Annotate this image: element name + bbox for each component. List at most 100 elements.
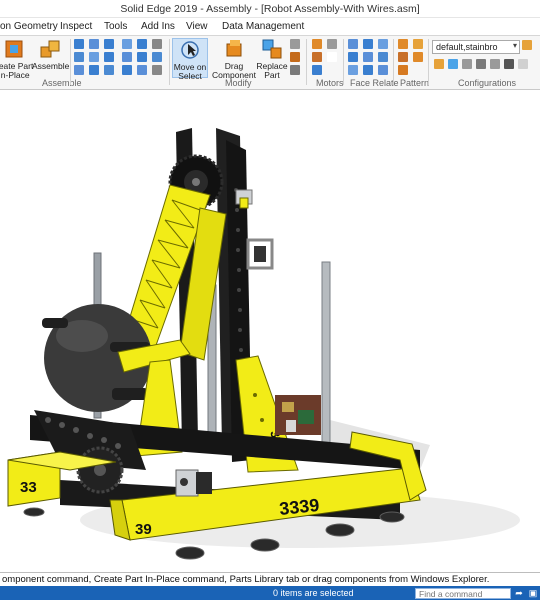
robot-assembly-model: 3339 33 39 3339 xyxy=(7,128,520,560)
planar-align-icon[interactable] xyxy=(89,39,99,49)
motor-icon[interactable] xyxy=(312,39,322,49)
ribbon-separator xyxy=(169,39,170,85)
along-curve-icon[interactable] xyxy=(413,52,423,62)
alternate-assembly-icon[interactable] xyxy=(476,59,486,69)
connect-icon[interactable] xyxy=(89,52,99,62)
tab-data-management[interactable]: Data Management xyxy=(222,21,304,32)
camera-icon[interactable] xyxy=(504,59,514,69)
group-face-relate-label: Face Relate xyxy=(350,78,399,88)
config-settings-icon[interactable] xyxy=(522,40,532,50)
relationship-tools-2 xyxy=(122,39,164,75)
match-cs-icon[interactable] xyxy=(137,39,147,49)
disperse-icon[interactable] xyxy=(290,52,300,62)
mirror-icon[interactable] xyxy=(413,39,423,49)
motors-tools xyxy=(312,39,339,75)
reposition-icon[interactable] xyxy=(290,65,300,75)
chevron-down-icon: ▾ xyxy=(512,41,517,50)
graphics-window[interactable]: 3339 33 39 3339 xyxy=(0,91,540,572)
create-part-label: reate Part In-Place xyxy=(0,61,34,80)
face-relate-tools xyxy=(348,39,390,75)
ribbon-separator xyxy=(428,39,429,85)
find-command-input[interactable] xyxy=(415,588,511,599)
front-team-number: 3339 xyxy=(278,495,320,519)
tab-view[interactable]: View xyxy=(186,21,208,32)
window-title: Solid Edge 2019 - Assembly - [Robot Asse… xyxy=(120,3,420,15)
face-tangent-icon[interactable] xyxy=(363,52,373,62)
face-parallel-icon[interactable] xyxy=(363,39,373,49)
drag-component-icon xyxy=(223,38,245,60)
display-config-icon[interactable] xyxy=(434,59,444,69)
window-layout-icon[interactable]: ▣ xyxy=(528,588,538,598)
options-icon[interactable] xyxy=(152,65,162,75)
rigid-set-icon[interactable] xyxy=(137,52,147,62)
pattern-tools xyxy=(398,39,425,75)
ribbon-tabs: on Geometry Inspect Tools Add Ins View D… xyxy=(0,18,540,36)
modify-extra-tools xyxy=(290,39,302,75)
cursor-select-icon xyxy=(179,39,201,61)
move-on-select-label: Move on Select xyxy=(173,62,207,81)
group-modify-label: Modify xyxy=(225,78,252,88)
tab-geometry[interactable]: on Geometry xyxy=(0,21,58,32)
title-bar: Solid Edge 2019 - Assembly - [Robot Asse… xyxy=(0,0,540,18)
duplicate-icon[interactable] xyxy=(398,52,408,62)
tangent-icon[interactable] xyxy=(74,65,84,75)
tab-inspect[interactable]: Inspect xyxy=(60,21,92,32)
selection-count: 0 items are selected xyxy=(273,588,354,598)
face-concentric-icon[interactable] xyxy=(378,39,388,49)
cam-icon[interactable] xyxy=(89,65,99,75)
zone-icon[interactable] xyxy=(448,59,458,69)
prompt-text: omponent command, Create Part In-Place c… xyxy=(2,574,490,585)
face-coplanar-icon[interactable] xyxy=(348,39,358,49)
replace-part-icon xyxy=(261,38,283,60)
face-offset-icon[interactable] xyxy=(348,65,358,75)
face-equal-icon[interactable] xyxy=(378,65,388,75)
motor-view-icon[interactable] xyxy=(312,65,322,75)
range-icon[interactable] xyxy=(490,59,500,69)
tab-tools[interactable]: Tools xyxy=(104,21,127,32)
angle-icon[interactable] xyxy=(104,52,114,62)
flip-icon[interactable] xyxy=(137,65,147,75)
group-configurations-label: Configurations xyxy=(458,78,517,88)
pattern-options-icon[interactable] xyxy=(398,65,408,75)
pattern-icon[interactable] xyxy=(398,39,408,49)
ribbon: reate Part In-Place Assemble Assemble xyxy=(0,36,540,90)
configuration-dropdown[interactable]: default,stainbro ▾ xyxy=(432,40,520,54)
ground-icon[interactable] xyxy=(152,52,162,62)
corner-team-number: 39 xyxy=(135,521,152,538)
ribbon-separator xyxy=(343,39,344,85)
face-symmetric-icon[interactable] xyxy=(378,52,388,62)
drag-component-button[interactable]: Drag Component xyxy=(212,38,256,80)
insert-icon[interactable] xyxy=(74,52,84,62)
create-part-icon xyxy=(3,38,25,60)
ribbon-separator xyxy=(393,39,394,85)
config-extra xyxy=(522,40,534,50)
parallel-icon[interactable] xyxy=(104,65,114,75)
motor-settings-icon[interactable] xyxy=(312,52,322,62)
group-motors-label: Motors xyxy=(316,78,344,88)
mate-icon[interactable] xyxy=(74,39,84,49)
tab-add-ins[interactable]: Add Ins xyxy=(141,21,175,32)
ribbon-separator xyxy=(306,39,307,85)
exploded-config-icon[interactable] xyxy=(462,59,472,69)
face-perpendicular-icon[interactable] xyxy=(348,52,358,62)
relationship-tools xyxy=(74,39,116,75)
replace-part-label: Replace Part xyxy=(256,61,288,80)
center-plane-icon[interactable] xyxy=(122,52,132,62)
assemble-icon xyxy=(39,38,61,60)
group-pattern-label: Pattern xyxy=(400,78,430,88)
face-aligned-icon[interactable] xyxy=(363,65,373,75)
grid-icon[interactable] xyxy=(152,39,162,49)
path-icon[interactable] xyxy=(122,65,132,75)
replace-part-button[interactable]: Replace Part xyxy=(256,38,288,80)
create-part-in-place-button[interactable]: reate Part In-Place xyxy=(0,38,34,80)
simulate-motor-icon[interactable] xyxy=(327,39,337,49)
transfer-icon[interactable] xyxy=(290,39,300,49)
config-options-icon[interactable] xyxy=(518,59,528,69)
configuration-tools xyxy=(434,59,528,69)
side-team-number: 33 xyxy=(20,479,37,496)
arrow-right-icon[interactable]: ➦ xyxy=(514,588,524,598)
assemble-button[interactable]: Assemble xyxy=(32,38,69,71)
gear-relate-icon[interactable] xyxy=(122,39,132,49)
move-on-select-button[interactable]: Move on Select xyxy=(172,38,208,81)
axial-align-icon[interactable] xyxy=(104,39,114,49)
